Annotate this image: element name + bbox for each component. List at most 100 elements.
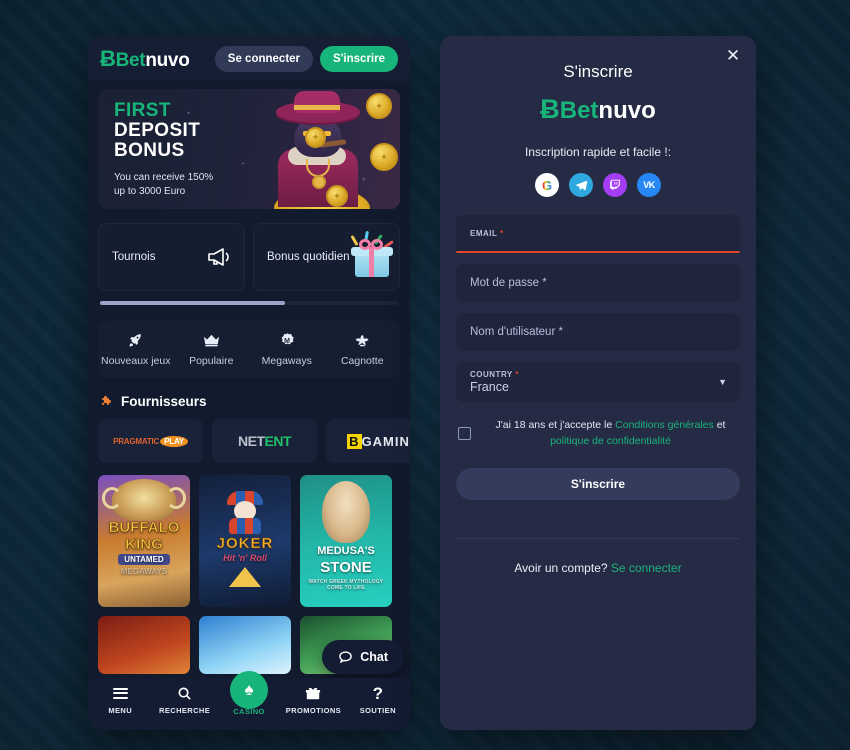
joker-artwork: [225, 491, 265, 534]
email-field[interactable]: EMAIL *: [456, 215, 740, 253]
category-label: Megaways: [261, 355, 312, 367]
category-megaways[interactable]: M Megaways: [249, 332, 325, 367]
category-label: Nouveaux jeux: [101, 355, 171, 367]
telegram-icon[interactable]: [569, 173, 593, 197]
submit-registration-button[interactable]: S'inscrire: [456, 467, 740, 500]
chevron-down-icon[interactable]: ▼: [718, 377, 727, 387]
providers-section-title: Fournisseurs: [121, 394, 207, 409]
provider-bgaming[interactable]: B GAMIN: [326, 419, 410, 463]
game-tile-joker[interactable]: JOKER Hit 'n' Roll: [199, 475, 291, 607]
coin-icon: [366, 93, 392, 119]
carousel-scrollbar-thumb[interactable]: [100, 301, 285, 305]
promo-card-bonus-quotidien[interactable]: Bonus quotidien: [253, 223, 400, 291]
game-title-line-3: UNTAMED: [118, 554, 170, 565]
game-tile[interactable]: [199, 616, 291, 674]
registration-subtitle: Inscription rapide et facile !:: [524, 145, 672, 159]
spade-icon[interactable]: ♠: [230, 671, 269, 709]
app-logo[interactable]: Ƀ Bet nuvo: [100, 46, 190, 72]
category-populaire[interactable]: Populaire: [174, 332, 250, 367]
chat-label: Chat: [360, 650, 388, 664]
login-link[interactable]: Se connecter: [611, 561, 682, 575]
banner-subtext-line-1: You can receive 150%: [114, 171, 214, 183]
close-icon[interactable]: ✕: [722, 45, 744, 67]
megaphone-icon: [208, 248, 229, 266]
game-tile[interactable]: [98, 616, 190, 674]
medusa-artwork: [322, 481, 370, 543]
terms-checkbox[interactable]: [458, 427, 471, 441]
providers-section-header: Fournisseurs: [100, 394, 398, 409]
game-title-line-1: BUFFALO: [108, 519, 180, 537]
have-account-row: Avoir un compte? Se connecter: [456, 561, 740, 575]
gift-icon: [305, 685, 321, 701]
app-content: FIRST DEPOSIT BONUS You can receive 150%…: [88, 81, 410, 730]
login-button[interactable]: Se connecter: [214, 45, 314, 72]
nav-item-menu[interactable]: MENU: [88, 685, 152, 715]
carousel-scrollbar[interactable]: [100, 301, 398, 305]
category-nouveaux-jeux[interactable]: Nouveaux jeux: [98, 332, 174, 367]
vk-icon[interactable]: VK: [637, 173, 661, 197]
category-cagnotte[interactable]: Cagnotte: [325, 332, 401, 367]
terms-text-mid: et: [713, 419, 726, 431]
terms-row: J'ai 18 ans et j'accepte le Conditions g…: [456, 418, 740, 450]
coin-icon: [326, 185, 348, 207]
vk-glyph: VK: [643, 180, 655, 190]
game-tile-buffalo-king[interactable]: BUFFALO KING UNTAMED MEGAWAYS: [98, 475, 190, 607]
username-field[interactable]: Nom d'utilisateur *: [456, 313, 740, 351]
country-select[interactable]: COUNTRY * France ▼: [456, 362, 740, 402]
registration-logo: Ƀ Bet nuvo: [456, 94, 740, 125]
email-label-text: EMAIL: [470, 228, 498, 238]
game-title-line-1: JOKER: [216, 535, 274, 553]
provider-pragmatic-play[interactable]: PRAGMATIC PLAY: [98, 419, 203, 463]
nav-item-soutien[interactable]: ? SOUTIEN: [346, 683, 410, 716]
chat-button[interactable]: Chat: [322, 640, 404, 674]
svg-text:M: M: [284, 338, 290, 345]
terms-text-before: J'ai 18 ans et j'accepte le: [495, 419, 616, 431]
banner-line-3: BONUS: [114, 139, 185, 161]
email-label: EMAIL *: [470, 229, 726, 238]
deposit-bonus-banner[interactable]: FIRST DEPOSIT BONUS You can receive 150%…: [98, 89, 400, 209]
country-label-text: COUNTRY: [470, 370, 513, 379]
logo-nuvo-text: nuvo: [598, 97, 656, 124]
rocket-icon: [129, 334, 142, 347]
crown-icon: [203, 334, 219, 347]
coin-icon: [305, 127, 326, 148]
password-field[interactable]: Mot de passe *: [456, 264, 740, 302]
bottom-navigation: MENU RECHERCHE ♠ CASINO PROMOTIONS ? SOU…: [88, 671, 410, 730]
jackpot-icon: [355, 334, 369, 347]
google-icon[interactable]: G: [535, 173, 559, 197]
promo-card-tournois[interactable]: Tournois: [98, 223, 245, 291]
required-marker: *: [499, 228, 504, 238]
social-login-row: G VK: [456, 173, 740, 197]
game-tile-medusas-stone[interactable]: MEDUSA'S STONE WATCH GREEK MYTHOLOGY COM…: [300, 475, 392, 607]
chat-bubble-icon: [339, 650, 353, 663]
provider-logo-part2: GAMIN: [361, 433, 410, 449]
section-divider: [456, 537, 740, 539]
nav-item-promotions[interactable]: PROMOTIONS: [281, 685, 345, 715]
nav-item-casino[interactable]: ♠ CASINO: [217, 671, 281, 716]
signup-button[interactable]: S'inscrire: [320, 45, 398, 72]
provider-netent[interactable]: NETENT: [212, 419, 317, 463]
coin-icon: [370, 143, 398, 171]
provider-logo-part1: PRAGMATIC: [113, 436, 160, 446]
banner-line-2: DEPOSIT: [114, 119, 201, 141]
hamburger-icon: [112, 685, 128, 701]
terms-link-privacy[interactable]: politique de confidentialité: [550, 435, 671, 447]
logo-b-mark: Ƀ: [100, 45, 116, 71]
question-mark-icon: ?: [372, 683, 384, 703]
nav-label: SOUTIEN: [359, 706, 396, 715]
nav-item-recherche[interactable]: RECHERCHE: [152, 685, 216, 715]
provider-logo-part2: ENT: [264, 433, 292, 449]
game-title-line-2: KING: [125, 536, 163, 554]
provider-logo-part1: B: [347, 433, 362, 449]
required-marker: *: [515, 370, 519, 379]
banner-line-1: FIRST: [114, 100, 171, 121]
google-glyph: G: [541, 177, 553, 193]
banner-text-block: FIRST DEPOSIT BONUS You can receive 150%…: [114, 101, 213, 200]
app-header: Ƀ Bet nuvo Se connecter S'inscrire: [88, 36, 410, 81]
twitch-icon[interactable]: [603, 173, 627, 197]
puzzle-icon: [102, 395, 111, 405]
games-row: BUFFALO KING UNTAMED MEGAWAYS JOKER Hit …: [98, 475, 410, 607]
terms-link-conditions[interactable]: Conditions générales: [615, 419, 714, 431]
provider-logo-part1: NET: [238, 433, 265, 449]
gorilla-mascot-illustration: [258, 91, 376, 209]
